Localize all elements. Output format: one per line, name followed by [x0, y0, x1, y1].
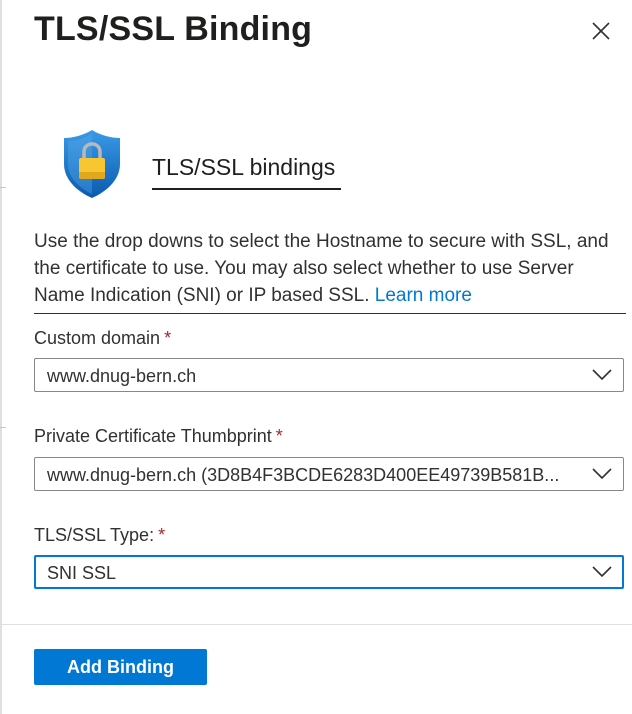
ssl-type-dropdown[interactable]: SNI SSL — [34, 555, 624, 589]
description-divider — [34, 313, 626, 314]
footer-divider — [0, 624, 632, 625]
required-marker: * — [158, 525, 166, 545]
required-marker: * — [164, 328, 172, 348]
thumbprint-label: Private Certificate Thumbprint * — [34, 426, 283, 447]
thumbprint-dropdown[interactable]: www.dnug-bern.ch (3D8B4F3BCDE6283D400EE4… — [34, 457, 624, 491]
close-icon — [592, 22, 610, 40]
chevron-down-icon — [592, 566, 612, 578]
ssl-type-label: TLS/SSL Type: * — [34, 525, 165, 546]
required-marker: * — [275, 426, 283, 446]
thumbprint-label-text: Private Certificate Thumbprint — [34, 426, 272, 446]
custom-domain-label-text: Custom domain — [34, 328, 161, 348]
description-text: Use the drop downs to select the Hostnam… — [34, 231, 609, 306]
chevron-down-icon — [592, 369, 612, 381]
ssl-type-value: SNI SSL — [47, 563, 117, 583]
custom-domain-value: www.dnug-bern.ch — [47, 366, 197, 386]
panel-title: TLS/SSL Binding — [34, 10, 313, 48]
custom-domain-dropdown[interactable]: www.dnug-bern.ch — [34, 358, 624, 392]
shield-lock-icon — [60, 128, 124, 200]
chevron-down-icon — [592, 468, 612, 480]
add-binding-button[interactable]: Add Binding — [34, 649, 207, 685]
section-title-underline — [152, 188, 341, 190]
ssl-type-label-text: TLS/SSL Type: — [34, 525, 155, 545]
panel-left-edge — [0, 0, 2, 714]
background-divider — [0, 427, 6, 428]
thumbprint-value: www.dnug-bern.ch (3D8B4F3BCDE6283D400EE4… — [47, 465, 560, 485]
custom-domain-label: Custom domain * — [34, 328, 171, 349]
description: Use the drop downs to select the Hostnam… — [34, 228, 624, 309]
learn-more-link[interactable]: Learn more — [375, 285, 472, 306]
section-title: TLS/SSL bindings — [152, 154, 336, 180]
close-button[interactable] — [586, 16, 616, 46]
background-divider — [0, 187, 6, 188]
